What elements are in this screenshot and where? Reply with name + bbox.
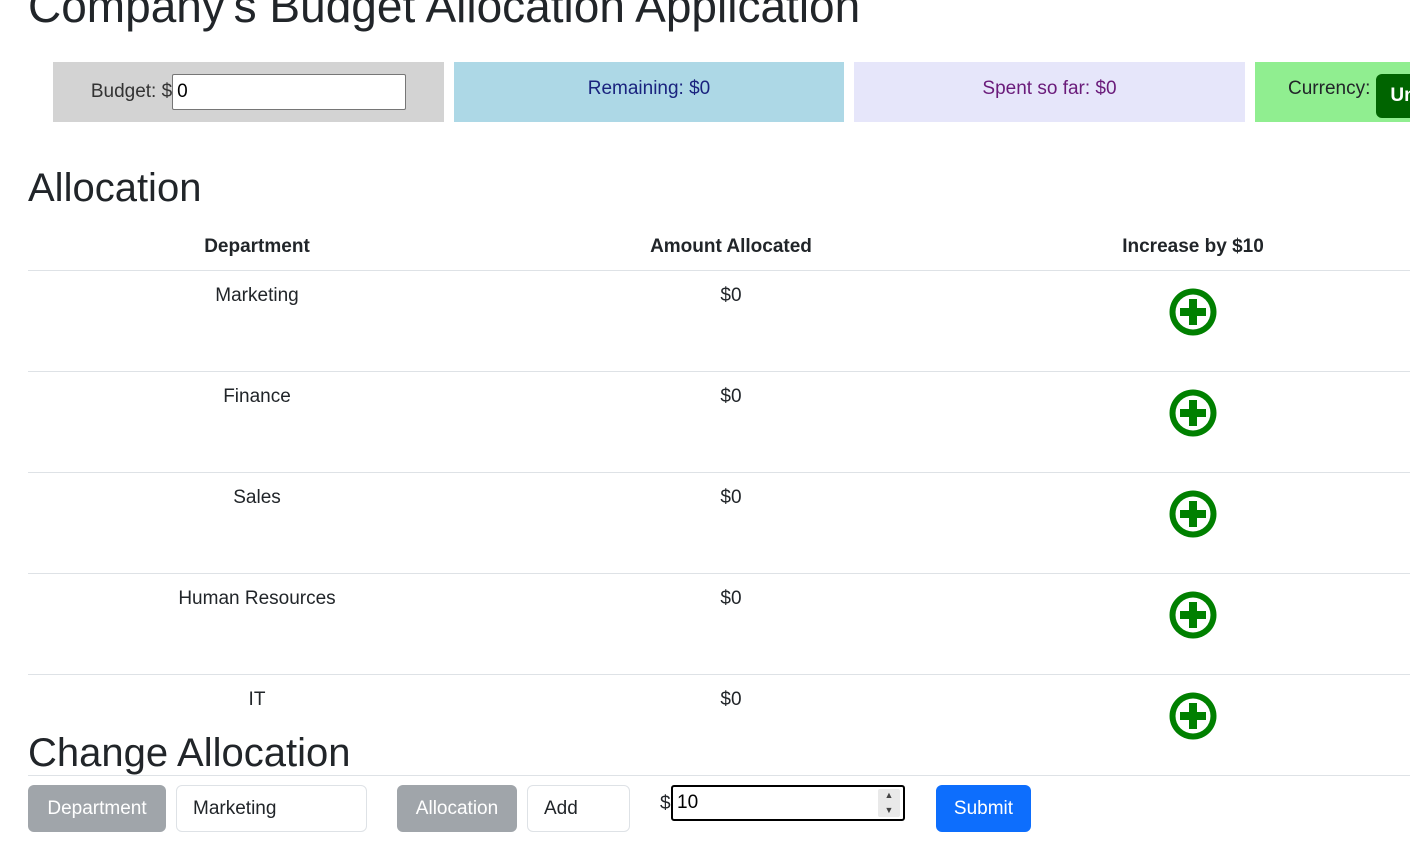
page: Company's Budget Allocation Application … <box>0 0 1410 852</box>
increase-cell <box>976 674 1410 776</box>
spent-card: Spent so far: $0 <box>854 62 1245 122</box>
submit-button[interactable]: Submit <box>936 785 1031 832</box>
department-cell: Sales <box>28 472 486 574</box>
remaining-text: Remaining: $0 <box>587 78 711 99</box>
table-row: Human Resources $0 <box>28 573 1410 675</box>
plus-circle-icon[interactable] <box>1168 691 1218 741</box>
allocation-type-select[interactable]: Add <box>527 785 630 832</box>
remaining-card: Remaining: $0 <box>454 62 844 122</box>
table-row: Sales $0 <box>28 472 1410 574</box>
department-cell: Human Resources <box>28 573 486 675</box>
budget-input[interactable] <box>172 74 407 110</box>
increase-cell <box>976 371 1410 473</box>
increase-cell <box>976 270 1410 372</box>
department-select-value: Marketing <box>193 797 277 819</box>
amount-cell: $0 <box>486 270 976 372</box>
app-title: Company's Budget Allocation Application <box>28 0 861 32</box>
currency-card: Currency: Uni <box>1255 62 1410 122</box>
increase-cell <box>976 472 1410 574</box>
budget-label: Budget: $ <box>90 81 173 102</box>
amount-input[interactable]: 10 ▲ ▼ <box>671 785 905 821</box>
plus-circle-icon[interactable] <box>1168 489 1218 539</box>
amount-cell: $0 <box>486 472 976 574</box>
currency-select[interactable]: Uni <box>1376 74 1410 118</box>
allocation-heading: Allocation <box>28 166 202 210</box>
table-row: Finance $0 <box>28 371 1410 473</box>
department-select[interactable]: Marketing <box>176 785 367 832</box>
table-row: Marketing $0 <box>28 270 1410 372</box>
plus-circle-icon[interactable] <box>1168 287 1218 337</box>
amount-value: 10 <box>677 792 699 813</box>
department-label: Department <box>28 785 166 832</box>
budget-card: Budget: $ <box>53 62 444 122</box>
currency-select-value: Uni <box>1390 85 1410 106</box>
change-allocation-form: Department Marketing Allocation Add $ 10… <box>28 785 1128 832</box>
change-allocation-heading: Change Allocation <box>28 731 351 775</box>
spent-text: Spent so far: $0 <box>982 78 1117 99</box>
column-header-department: Department <box>28 224 486 271</box>
currency-label: Currency: <box>1288 78 1371 99</box>
spin-down-icon[interactable]: ▼ <box>885 804 894 817</box>
column-header-amount: Amount Allocated <box>486 224 976 271</box>
allocation-type-value: Add <box>544 797 578 819</box>
department-cell: Marketing <box>28 270 486 372</box>
plus-circle-icon[interactable] <box>1168 590 1218 640</box>
plus-circle-icon[interactable] <box>1168 388 1218 438</box>
amount-cell: $0 <box>486 573 976 675</box>
allocation-table: Department Amount Allocated Increase by … <box>28 224 1410 776</box>
increase-cell <box>976 573 1410 675</box>
department-cell: Finance <box>28 371 486 473</box>
amount-cell: $0 <box>486 371 976 473</box>
column-header-increase: Increase by $10 <box>976 224 1410 271</box>
currency-sign: $ <box>660 793 671 814</box>
table-header-row: Department Amount Allocated Increase by … <box>28 224 1410 271</box>
allocation-label: Allocation <box>397 785 517 832</box>
amount-cell: $0 <box>486 674 976 776</box>
spin-up-icon[interactable]: ▲ <box>885 789 894 802</box>
number-spinner[interactable]: ▲ ▼ <box>878 789 900 817</box>
